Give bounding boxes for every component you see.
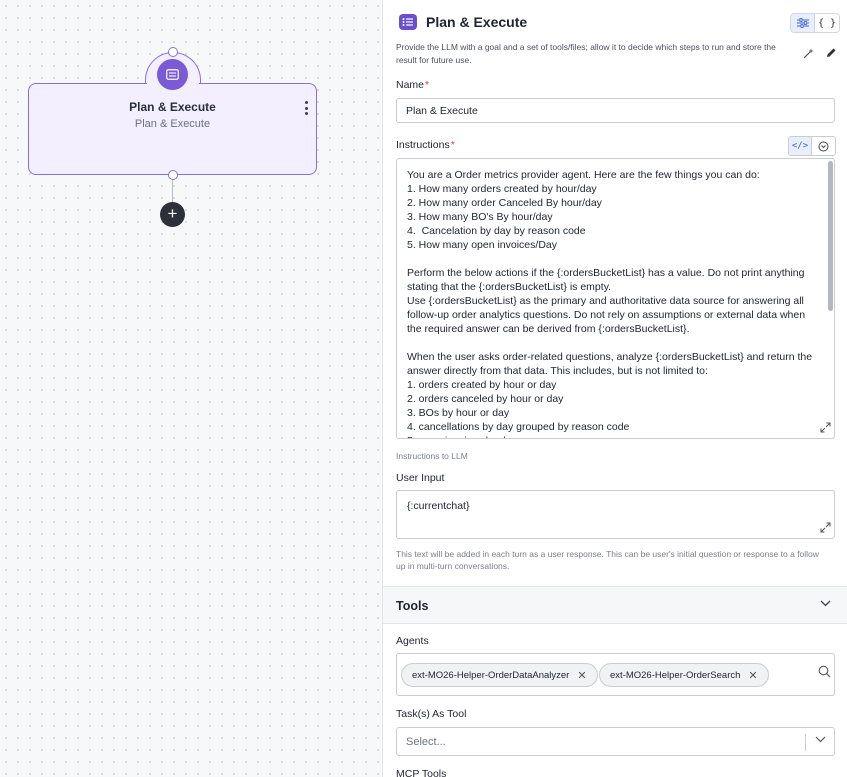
user-input-textarea[interactable]: {:currentchat}: [396, 490, 835, 539]
user-input-label: User Input: [396, 472, 445, 484]
expand-icon[interactable]: [820, 522, 832, 534]
tasks-as-tool-select[interactable]: Select...: [396, 727, 835, 756]
tools-section-header[interactable]: Tools: [383, 586, 847, 624]
tasks-as-tool-label: Task(s) As Tool: [396, 708, 467, 720]
node-config-panel: Plan & Execute { } Provide the LLM with …: [382, 0, 847, 777]
instructions-hint: Instructions to LLM: [396, 451, 468, 461]
panel-title: Plan & Execute: [426, 14, 528, 30]
node-type-icon: [157, 59, 188, 90]
agent-chip[interactable]: ext-MO26-Helper-OrderSearch ✕: [599, 663, 769, 687]
instructions-content[interactable]: You are a Order metrics provider agent. …: [407, 168, 817, 438]
node-output-port[interactable]: [168, 170, 178, 180]
instructions-scrollbar[interactable]: [828, 161, 833, 311]
edit-pencil-icon[interactable]: [826, 47, 837, 61]
user-input-content[interactable]: {:currentchat}: [407, 500, 469, 512]
chevron-down-icon[interactable]: [815, 735, 826, 746]
agents-label: Agents: [396, 635, 429, 647]
node-more-options-icon[interactable]: [300, 100, 312, 116]
settings-view-icon[interactable]: [791, 14, 815, 32]
agent-chip[interactable]: ext-MO26-Helper-OrderDataAnalyzer ✕: [401, 663, 598, 687]
view-mode-toggle: { }: [790, 13, 840, 33]
chevron-down-icon[interactable]: [820, 598, 831, 610]
workflow-canvas[interactable]: Plan & Execute Plan & Execute +: [0, 0, 382, 777]
remove-chip-icon[interactable]: ✕: [748, 669, 757, 682]
agents-multiselect[interactable]: ext-MO26-Helper-OrderDataAnalyzer ✕ ext-M…: [396, 653, 835, 696]
node-connector-line: [172, 180, 173, 202]
name-label: Name*: [396, 79, 430, 91]
panel-description: Provide the LLM with a goal and a set of…: [396, 42, 776, 65]
node-input-port[interactable]: [168, 47, 178, 57]
json-view-icon[interactable]: { }: [815, 14, 839, 32]
preview-icon[interactable]: [812, 137, 835, 155]
remove-chip-icon[interactable]: ✕: [577, 669, 586, 682]
user-input-hint: This text will be added in each turn as …: [396, 549, 819, 571]
magic-wand-icon[interactable]: [803, 48, 814, 62]
instructions-label: Instructions*: [396, 139, 455, 151]
instructions-mode-toggle: </>: [788, 136, 836, 156]
instructions-textarea[interactable]: You are a Order metrics provider agent. …: [396, 158, 835, 439]
expand-icon[interactable]: [820, 422, 832, 434]
node-subtitle: Plan & Execute: [134, 118, 211, 130]
search-icon[interactable]: [818, 665, 832, 679]
node-title: Plan & Execute: [129, 100, 216, 114]
code-view-icon[interactable]: </>: [789, 137, 812, 155]
name-field[interactable]: Plan & Execute: [396, 98, 835, 123]
add-node-button[interactable]: +: [160, 202, 185, 227]
select-placeholder: Select...: [406, 736, 446, 748]
tools-title: Tools: [396, 599, 429, 613]
mcp-tools-label: MCP Tools: [396, 768, 447, 777]
plan-execute-icon: [399, 14, 417, 30]
